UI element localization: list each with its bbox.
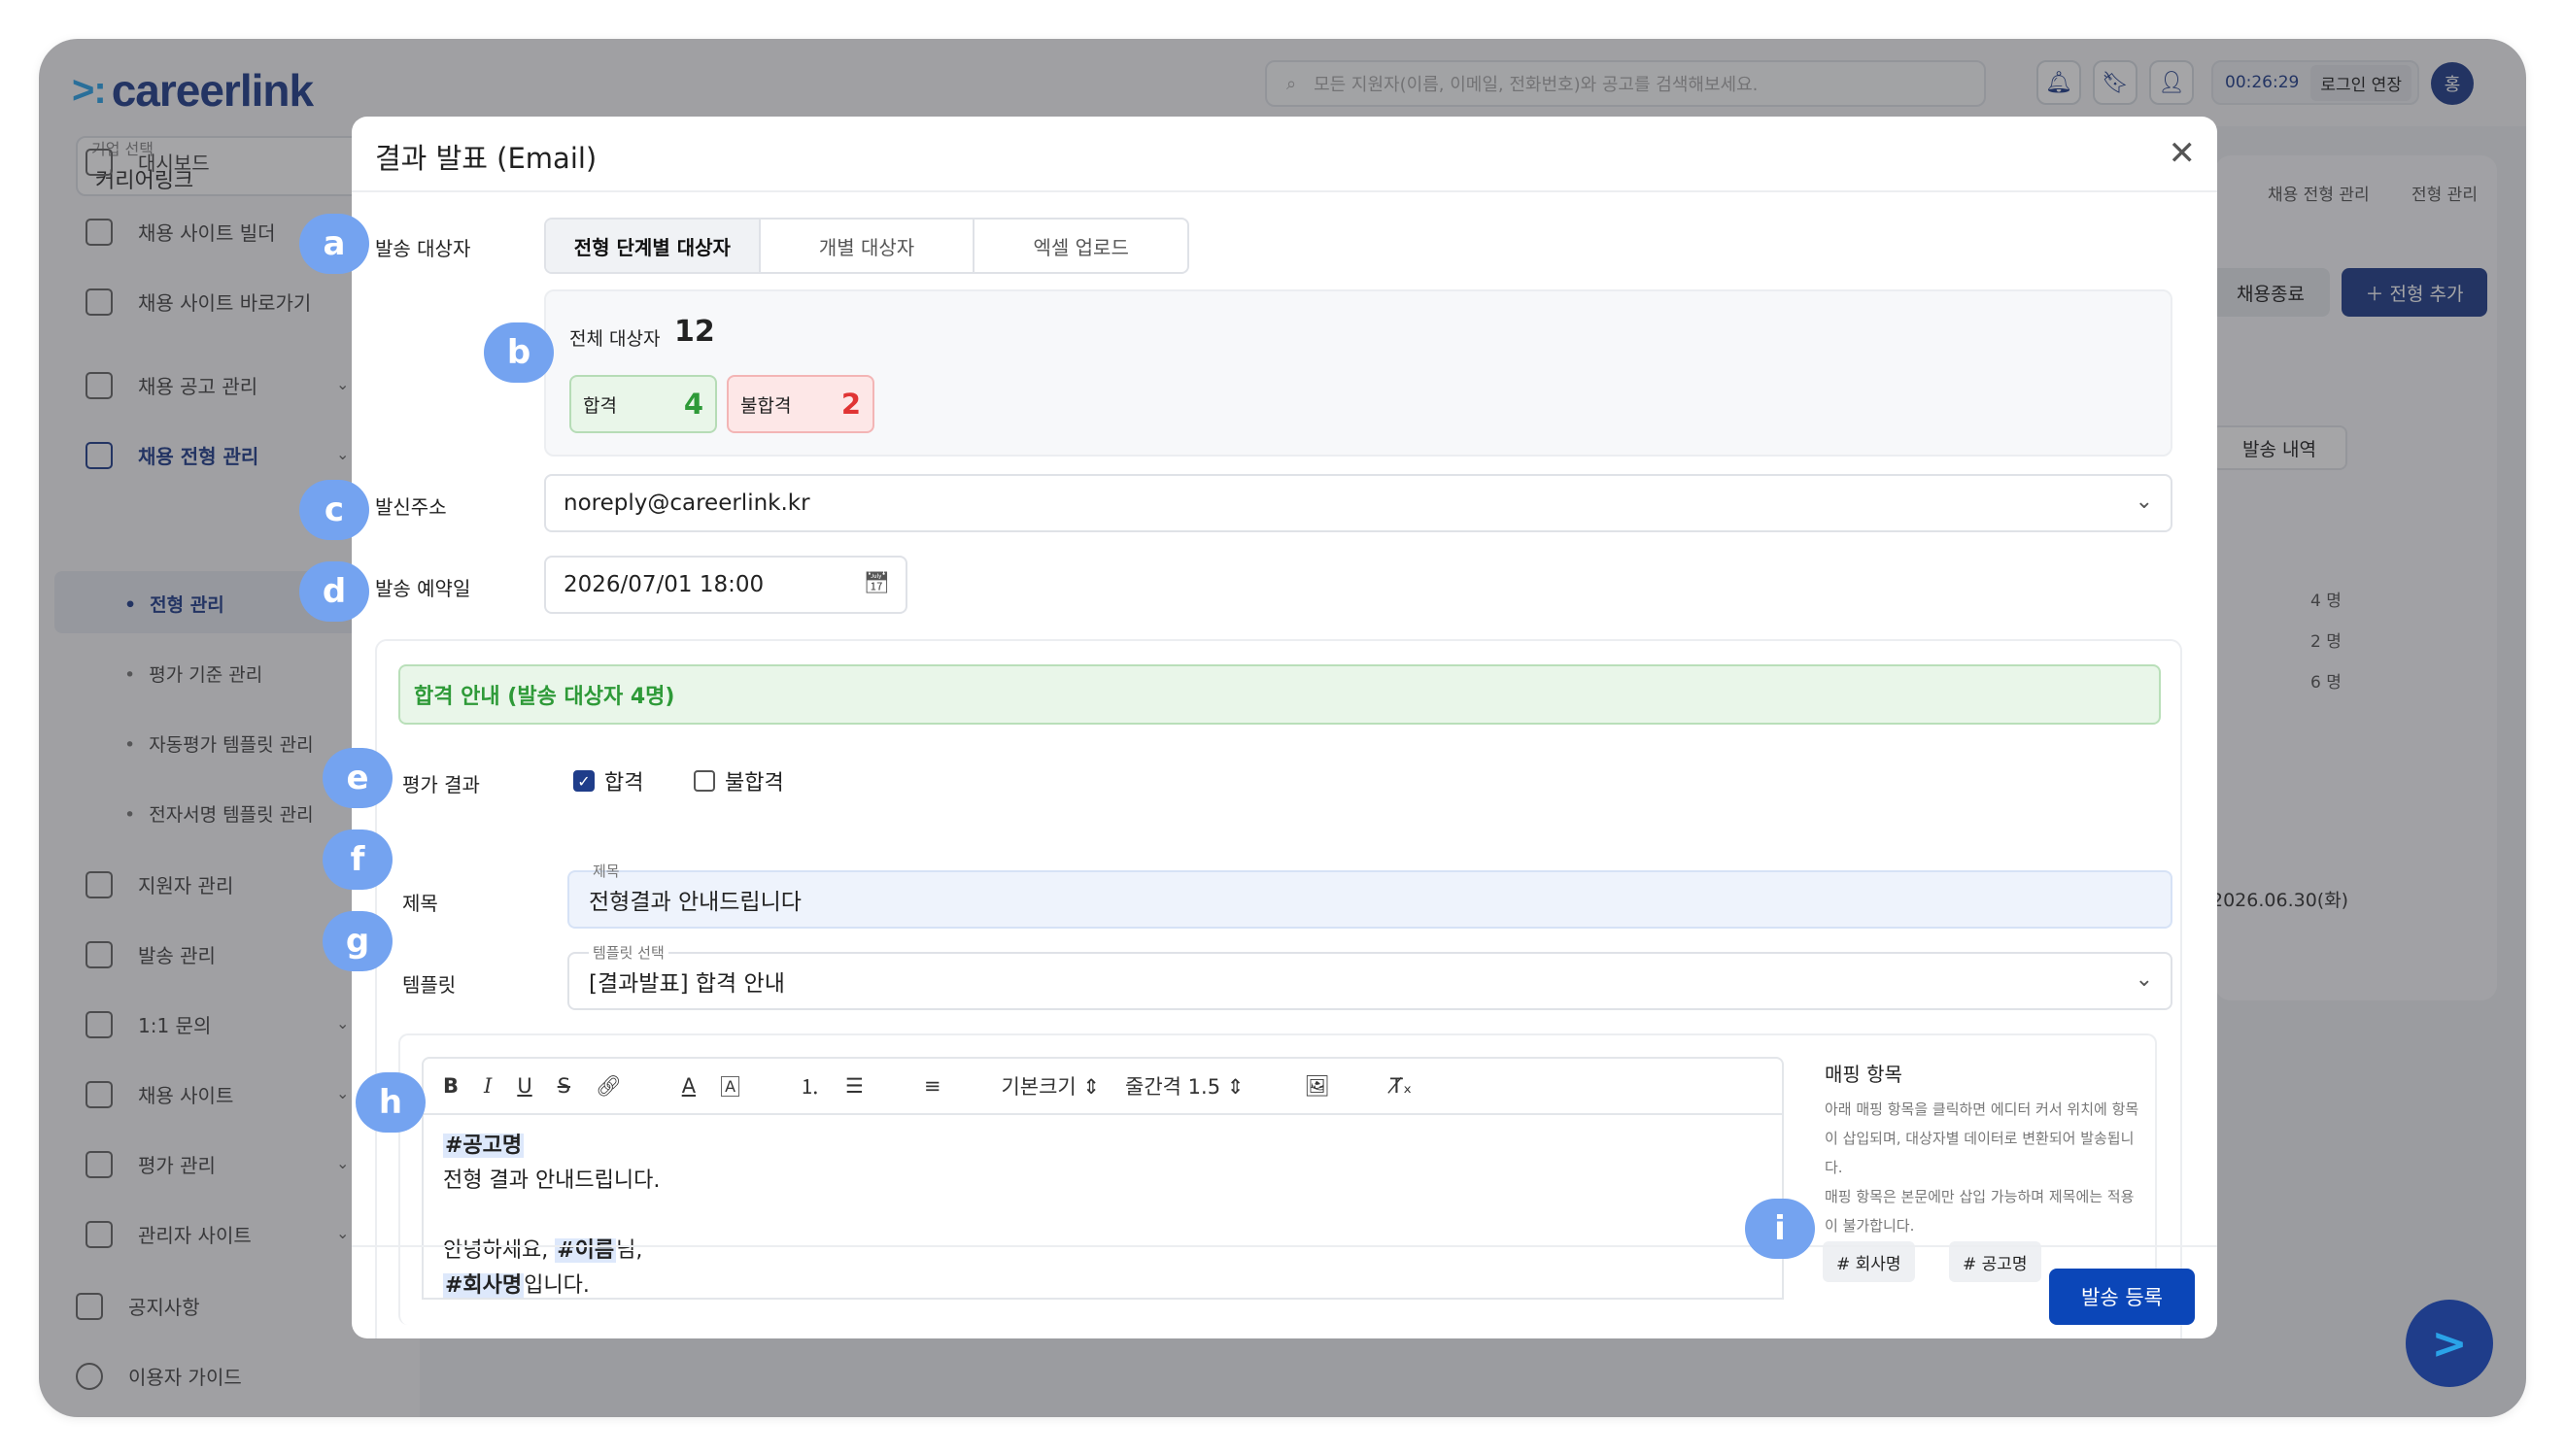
- strikethrough-icon[interactable]: S: [558, 1074, 570, 1098]
- template-caption: 템플릿 선택: [589, 942, 668, 963]
- chevron-down-icon: ⌄: [2135, 967, 2153, 992]
- modal-footer-divider: [352, 1245, 2217, 1247]
- mapping-tag-job-title-button[interactable]: # 공고명: [1949, 1241, 2041, 1282]
- annotation-badge: b: [484, 322, 554, 383]
- align-icon[interactable]: ≡: [924, 1074, 941, 1098]
- target-stats: 전체 대상자 12 합격 4 불합격 2: [544, 289, 2172, 457]
- pass-count-chip[interactable]: 합격 4: [569, 375, 717, 433]
- annotation-badge: g: [323, 911, 393, 971]
- target-tabs: 전형 단계별 대상자 개별 대상자 엑셀 업로드: [544, 218, 1189, 274]
- mapping-tag-company: #회사명: [443, 1273, 525, 1298]
- company-suffix: 입니다.: [524, 1273, 590, 1298]
- assistant-fab[interactable]: >: [2406, 1300, 2493, 1387]
- italic-icon[interactable]: I: [484, 1074, 492, 1098]
- mapping-title: 매핑 항목: [1825, 1063, 1902, 1086]
- bullet-list-icon[interactable]: ☰: [845, 1074, 864, 1098]
- mapping-note: 매핑 항목은 본문에만 삽입 가능하며 제목에는 적용이 불가합니다.: [1825, 1188, 2135, 1235]
- sender-label: 발신주소: [375, 495, 447, 519]
- ordered-list-icon[interactable]: ⒈: [800, 1071, 820, 1100]
- sender-email-value: noreply@careerlink.kr: [564, 491, 810, 516]
- close-icon[interactable]: ✕: [2169, 134, 2197, 173]
- editor-line-blank: [443, 1199, 1782, 1234]
- template-label: 템플릿: [402, 973, 457, 997]
- link-icon[interactable]: 🔗︎: [596, 1074, 622, 1099]
- font-size-select[interactable]: 기본크기 ⇕: [1001, 1071, 1100, 1100]
- calendar-icon[interactable]: 📅︎: [863, 571, 890, 595]
- checkbox-checked-icon: ✓: [573, 770, 595, 792]
- fail-count: 2: [840, 388, 861, 421]
- tab-excel-upload[interactable]: 엑셀 업로드: [975, 220, 1187, 272]
- submit-send-button[interactable]: 발송 등록: [2049, 1269, 2195, 1325]
- annotation-badge: c: [299, 480, 369, 540]
- mapping-tag-job-title: #공고명: [443, 1134, 525, 1158]
- greeting-text: 안녕하세요,: [443, 1238, 556, 1263]
- annotation-badge: e: [323, 748, 393, 808]
- checkbox-fail-label: 불합격: [725, 771, 784, 796]
- image-icon[interactable]: 🖼︎: [1304, 1074, 1330, 1099]
- annotation-badge: d: [299, 561, 369, 622]
- line-height-select[interactable]: 줄간격 1.5 ⇕: [1125, 1071, 1244, 1100]
- greeting-suffix: 님,: [616, 1238, 643, 1263]
- mapping-tag-name: #이름: [555, 1238, 617, 1263]
- editor-line: #공고명: [443, 1129, 1782, 1164]
- fail-count-chip[interactable]: 불합격 2: [727, 375, 874, 433]
- tab-individual-targets[interactable]: 개별 대상자: [761, 220, 975, 272]
- editor-line: 안녕하세요, #이름님,: [443, 1234, 1782, 1269]
- subject-value: 전형결과 안내드립니다: [589, 890, 802, 915]
- editor-toolbar: B I U S 🔗︎ A A ⒈ ☰ ≡ 기본크기 ⇕ 줄간격 1.5 ⇕ 🖼︎…: [422, 1057, 1784, 1115]
- highlight-color-icon[interactable]: A: [721, 1075, 740, 1097]
- mapping-panel: 매핑 항목 아래 매핑 항목을 클릭하면 에디터 커서 위치에 항목이 삽입되며…: [1805, 1035, 2155, 1259]
- underline-icon[interactable]: U: [517, 1074, 531, 1098]
- chevron-down-icon: ⌄: [2135, 490, 2153, 514]
- target-label: 발송 대상자: [375, 237, 471, 260]
- editor-body[interactable]: #공고명 전형 결과 안내드립니다. 안녕하세요, #이름님, #회사명입니다.: [422, 1115, 1784, 1300]
- subject-label: 제목: [402, 892, 438, 915]
- bold-icon[interactable]: B: [443, 1074, 459, 1098]
- checkbox-pass[interactable]: ✓ 합격: [573, 765, 643, 796]
- schedule-date-input[interactable]: 2026/07/01 18:00 📅︎: [544, 556, 907, 614]
- modal-title: 결과 발표 (Email): [375, 142, 598, 175]
- editor-line: #회사명입니다.: [443, 1269, 1782, 1304]
- annotation-badge: i: [1745, 1199, 1815, 1259]
- mapping-description: 아래 매핑 항목을 클릭하면 에디터 커서 위치에 항목이 삽입되며, 대상자별…: [1825, 1100, 2139, 1176]
- font-size-value: 기본크기: [1001, 1075, 1077, 1099]
- annotation-badge: a: [299, 214, 369, 274]
- total-targets-label: 전체 대상자: [569, 328, 661, 350]
- eval-result-label: 평가 결과: [402, 773, 480, 796]
- pass-count: 4: [683, 388, 703, 421]
- subject-field[interactable]: 제목 전형결과 안내드립니다: [567, 863, 2172, 929]
- template-value: [결과발표] 합격 안내: [589, 971, 785, 997]
- subject-caption: 제목: [593, 863, 620, 880]
- annotation-badge: h: [356, 1072, 426, 1133]
- mapping-tag-company-button[interactable]: # 회사명: [1823, 1241, 1915, 1282]
- editor-line: 전형 결과 안내드립니다.: [443, 1168, 661, 1193]
- text-color-icon[interactable]: A: [682, 1074, 696, 1098]
- sender-select[interactable]: noreply@careerlink.kr ⌄: [544, 474, 2172, 532]
- annotation-badge: f: [323, 830, 393, 890]
- schedule-label: 발송 예약일: [375, 577, 471, 600]
- tab-stage-targets[interactable]: 전형 단계별 대상자: [546, 220, 761, 272]
- checkbox-fail[interactable]: 불합격: [694, 765, 784, 796]
- result-email-modal: 결과 발표 (Email) ✕ 발송 대상자 전형 단계별 대상자 개별 대상자…: [352, 117, 2217, 1338]
- section-header: 합격 안내 (발송 대상자 4명): [398, 664, 2161, 725]
- checkbox-pass-label: 합격: [604, 771, 644, 796]
- clear-format-icon[interactable]: T̸ₓ: [1390, 1074, 1412, 1098]
- total-targets-count: 12: [674, 315, 715, 349]
- template-select[interactable]: 템플릿 선택 [결과발표] 합격 안내 ⌄: [567, 942, 2172, 1010]
- checkbox-empty-icon: [694, 770, 715, 792]
- schedule-date-value: 2026/07/01 18:00: [564, 572, 765, 597]
- pass-label: 합격: [583, 394, 617, 417]
- assistant-icon: >: [2431, 1318, 2468, 1369]
- line-height-value: 줄간격 1.5: [1125, 1075, 1221, 1099]
- fail-label: 불합격: [740, 394, 792, 417]
- app-window: >: careerlink 기업 선택 커리어링크 대시보드 채용 사이트 빌더 …: [39, 39, 2526, 1417]
- modal-header: 결과 발표 (Email) ✕: [352, 117, 2217, 192]
